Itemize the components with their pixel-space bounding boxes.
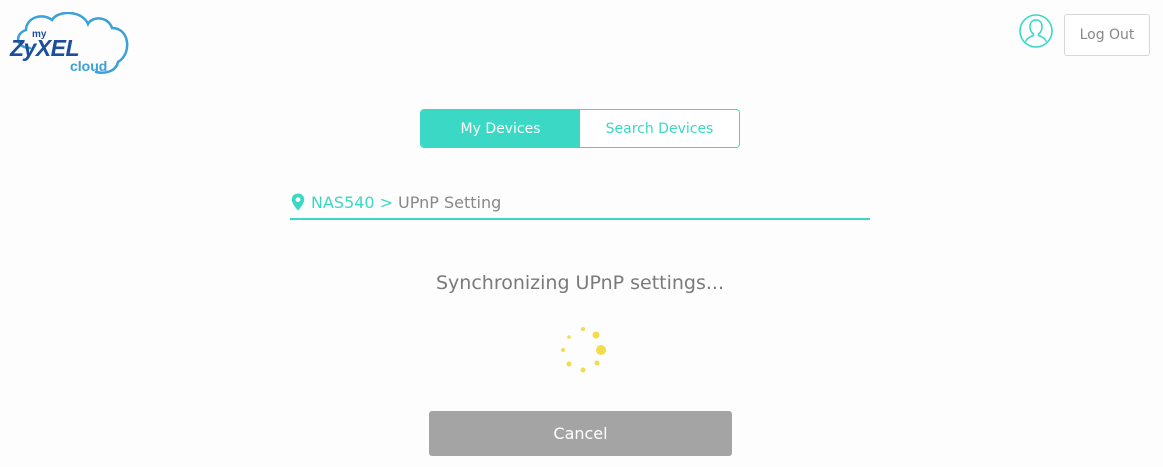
status-message: Synchronizing UPnP settings... [435, 272, 725, 294]
page: my ZyXEL cloud Log Out My Devices Search… [0, 0, 1163, 467]
device-tabs: My Devices Search Devices [420, 109, 740, 148]
logo-brand-text: ZyXEL [10, 35, 80, 61]
breadcrumb-device-link[interactable]: NAS540 [311, 193, 375, 212]
zyxel-cloud-logo[interactable]: my ZyXEL cloud [8, 12, 132, 78]
cancel-button[interactable]: Cancel [429, 411, 732, 456]
logo-cloud-text: cloud [70, 58, 108, 74]
user-avatar-icon[interactable] [1019, 14, 1053, 48]
breadcrumb-separator: > [379, 192, 394, 212]
breadcrumb: NAS540 > UPnP Setting [290, 186, 870, 220]
map-pin-icon [291, 193, 305, 211]
loading-spinner-icon [556, 325, 610, 375]
tab-search-devices[interactable]: Search Devices [580, 110, 739, 147]
logout-button[interactable]: Log Out [1064, 14, 1150, 56]
breadcrumb-current: UPnP Setting [398, 192, 502, 212]
tab-my-devices[interactable]: My Devices [421, 110, 580, 147]
